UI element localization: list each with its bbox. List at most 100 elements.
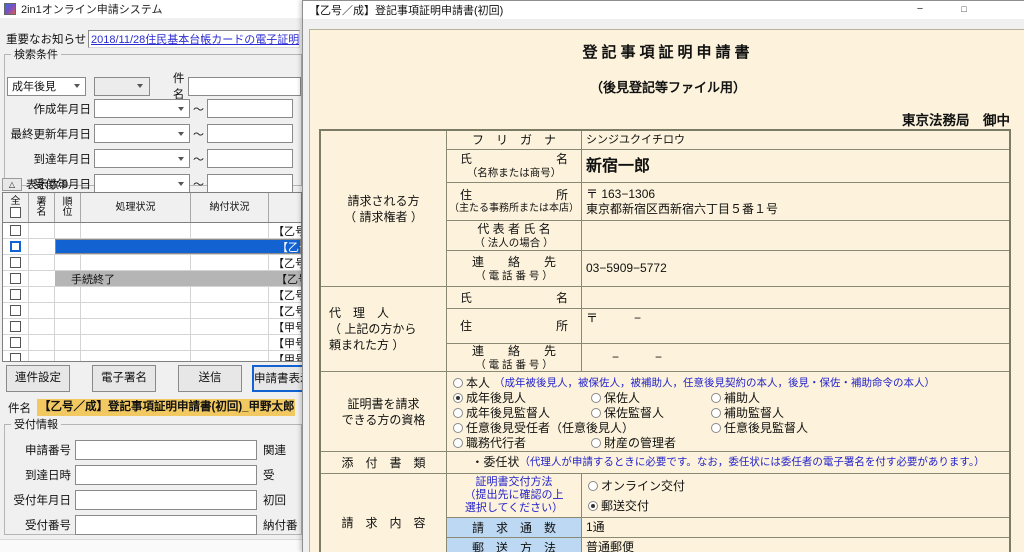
form-titlebar: 【乙号／成】登記事項証明申請書(初回) − □: [303, 1, 1024, 19]
radio-mail-delivery[interactable]: 郵送交付: [588, 497, 1009, 514]
application-number-label: 申請番号: [5, 442, 71, 458]
chevron-down-icon: [134, 78, 147, 95]
table-row-selected[interactable]: 【乙号／: [3, 239, 301, 255]
radio-icon: [453, 438, 463, 448]
horizontal-scrollbar[interactable]: [0, 539, 302, 552]
chevron-down-icon: [174, 175, 187, 192]
main-window: 2in1オンライン申請システム 重要なお知らせ 2018/11/28住民基本台帳…: [0, 0, 312, 552]
order-column-header: 順位: [55, 193, 81, 222]
request-section-label: 請 求 内 容: [321, 474, 447, 552]
main-window-title: 2in1オンライン申請システム: [21, 1, 162, 17]
reception-info-legend: 受付情報: [11, 416, 61, 432]
row-checkbox[interactable]: [10, 241, 21, 252]
table-row[interactable]: 【乙号／: [3, 287, 301, 303]
delivery-options: オンライン交付 郵送交付: [582, 474, 1009, 517]
row-checkbox[interactable]: [10, 225, 21, 236]
row-checkbox[interactable]: [10, 353, 21, 362]
radio-shokumu-daikosha[interactable]: 職務代行者: [453, 434, 591, 451]
row-checkbox[interactable]: [10, 257, 21, 268]
furigana-label: フ リ ガ ナ: [447, 131, 582, 149]
radio-checked-icon: [588, 501, 598, 511]
qualification-section-label: 証明書を請求 できる方の資格: [321, 372, 447, 451]
updated-date-to-input[interactable]: [207, 124, 293, 143]
maximize-button[interactable]: □: [948, 1, 980, 19]
linked-filing-button[interactable]: 連件設定: [6, 365, 70, 392]
mail-method-value: 普通郵便: [582, 538, 1009, 552]
table-row-finished[interactable]: 手続終了 【乙号／: [3, 271, 301, 287]
table-row[interactable]: 【甲号: [3, 351, 301, 362]
application-list-table: 全 署名 順位 処理状況 納付状況 【乙号／ 【乙号／: [2, 192, 302, 362]
row-checkbox[interactable]: [10, 305, 21, 316]
copies-label: 請 求 通 数: [447, 518, 582, 537]
radio-nini-kantokunin[interactable]: 任意後見監督人: [711, 419, 808, 436]
list-header-row: 全 署名 順位 処理状況 納付状況: [3, 193, 301, 223]
reception-date-to-input[interactable]: [207, 174, 293, 193]
agent-address-label: 住 所: [447, 309, 582, 343]
table-row[interactable]: 【乙号／: [3, 223, 301, 239]
table-row[interactable]: 【甲号／: [3, 335, 301, 351]
row-checkbox[interactable]: [10, 337, 21, 348]
list-toolbar: △ 表示数:9: [2, 176, 68, 192]
row-checkbox[interactable]: [10, 321, 21, 332]
reception-date-from-input[interactable]: [94, 174, 190, 193]
agent-section: 代 理 人 （ 上記の方から 頼まれた方 ） 氏 名 住 所 〒 −: [321, 287, 1009, 372]
row-subject: 【乙号／: [276, 271, 302, 287]
row-checkbox[interactable]: [10, 273, 21, 284]
arrival-datetime-input[interactable]: [75, 465, 257, 485]
chevron-down-icon: [174, 150, 187, 167]
delivery-method-label: 証明書交付方法 （提出先に確認の上 選択してください）: [447, 474, 582, 517]
qualification-section: 証明書を請求 できる方の資格 本人 （成年被後見人，被保佐人，被補助人，任意後見…: [321, 372, 1009, 452]
row-checkbox[interactable]: [10, 289, 21, 300]
attachments-label: 添 付 書 類: [321, 452, 447, 473]
furigana-row: フ リ ガ ナ シンジユクイチロウ: [447, 131, 1009, 150]
table-row[interactable]: 【甲号／: [3, 319, 301, 335]
agent-name-value: [582, 287, 1009, 308]
subject-search-input[interactable]: [188, 77, 301, 96]
radio-icon: [591, 393, 601, 403]
select-all-label: 全: [11, 197, 21, 207]
send-button[interactable]: 送信: [178, 365, 242, 392]
mail-method-label: 郵 送 方 法: [447, 538, 582, 552]
digital-signature-button[interactable]: 電子署名: [92, 365, 156, 392]
chevron-down-icon: [174, 100, 187, 117]
category-select-value: 成年後見: [12, 78, 56, 94]
tilde-separator: ～: [193, 176, 204, 192]
agent-name-label: 氏 名: [447, 287, 582, 308]
radio-icon: [711, 393, 721, 403]
name-label: 氏 名 （名称または商号）: [447, 150, 582, 182]
radio-zaisan-kanrisha[interactable]: 財産の管理者: [591, 434, 676, 451]
attachments-section: 添 付 書 類 ・委任状 （代理人が申請するときに必要です。なお，委任状には委任…: [321, 452, 1009, 474]
notice-link[interactable]: 2018/11/28住民基本台帳カードの電子証明書: [91, 31, 300, 47]
updated-date-from-input[interactable]: [94, 124, 190, 143]
main-titlebar: 2in1オンライン申請システム: [0, 0, 311, 18]
representative-row: 代 表 者 氏 名 （ 法人の場合 ）: [447, 221, 1009, 251]
subject-column-header: [269, 193, 301, 222]
delivery-method-row: 証明書交付方法 （提出先に確認の上 選択してください） オンライン交付: [447, 474, 1009, 518]
furigana-value: シンジユクイチロウ: [582, 131, 1009, 149]
copies-row: 請 求 通 数 1通: [447, 518, 1009, 538]
select-all-checkbox[interactable]: [10, 207, 21, 218]
agent-address-value: 〒 −: [582, 309, 1009, 343]
radio-online-delivery[interactable]: オンライン交付: [588, 477, 1009, 494]
reception-date-input[interactable]: [75, 490, 257, 510]
table-row[interactable]: 【乙号／: [3, 303, 301, 319]
table-row[interactable]: 【乙号／: [3, 255, 301, 271]
application-number-input[interactable]: [75, 440, 257, 460]
arrival-date-to-input[interactable]: [207, 149, 293, 168]
radio-checked-icon: [453, 393, 463, 403]
minimize-button[interactable]: −: [904, 1, 936, 19]
reception-number-input[interactable]: [75, 515, 257, 535]
created-date-to-input[interactable]: [207, 99, 293, 118]
contact-value: 03−5909−5772: [582, 251, 1009, 286]
action-buttons: 連件設定 電子署名 送信 申請書表示: [0, 365, 312, 392]
chevron-down-icon: [70, 78, 83, 95]
collapse-button[interactable]: △: [2, 178, 22, 191]
category-select[interactable]: 成年後見: [7, 77, 86, 96]
qualification-options: 本人 （成年被後見人，被保佐人，被補助人，任意後見契約の本人，後見・保佐・補助命…: [447, 372, 1009, 451]
address-label: 住 所 （主たる事務所または本店）: [447, 183, 582, 220]
sub-category-select[interactable]: [94, 77, 149, 96]
related-label: 関連: [263, 442, 286, 458]
arrival-date-from-input[interactable]: [94, 149, 190, 168]
created-date-from-input[interactable]: [94, 99, 190, 118]
representative-value: [582, 221, 1009, 250]
